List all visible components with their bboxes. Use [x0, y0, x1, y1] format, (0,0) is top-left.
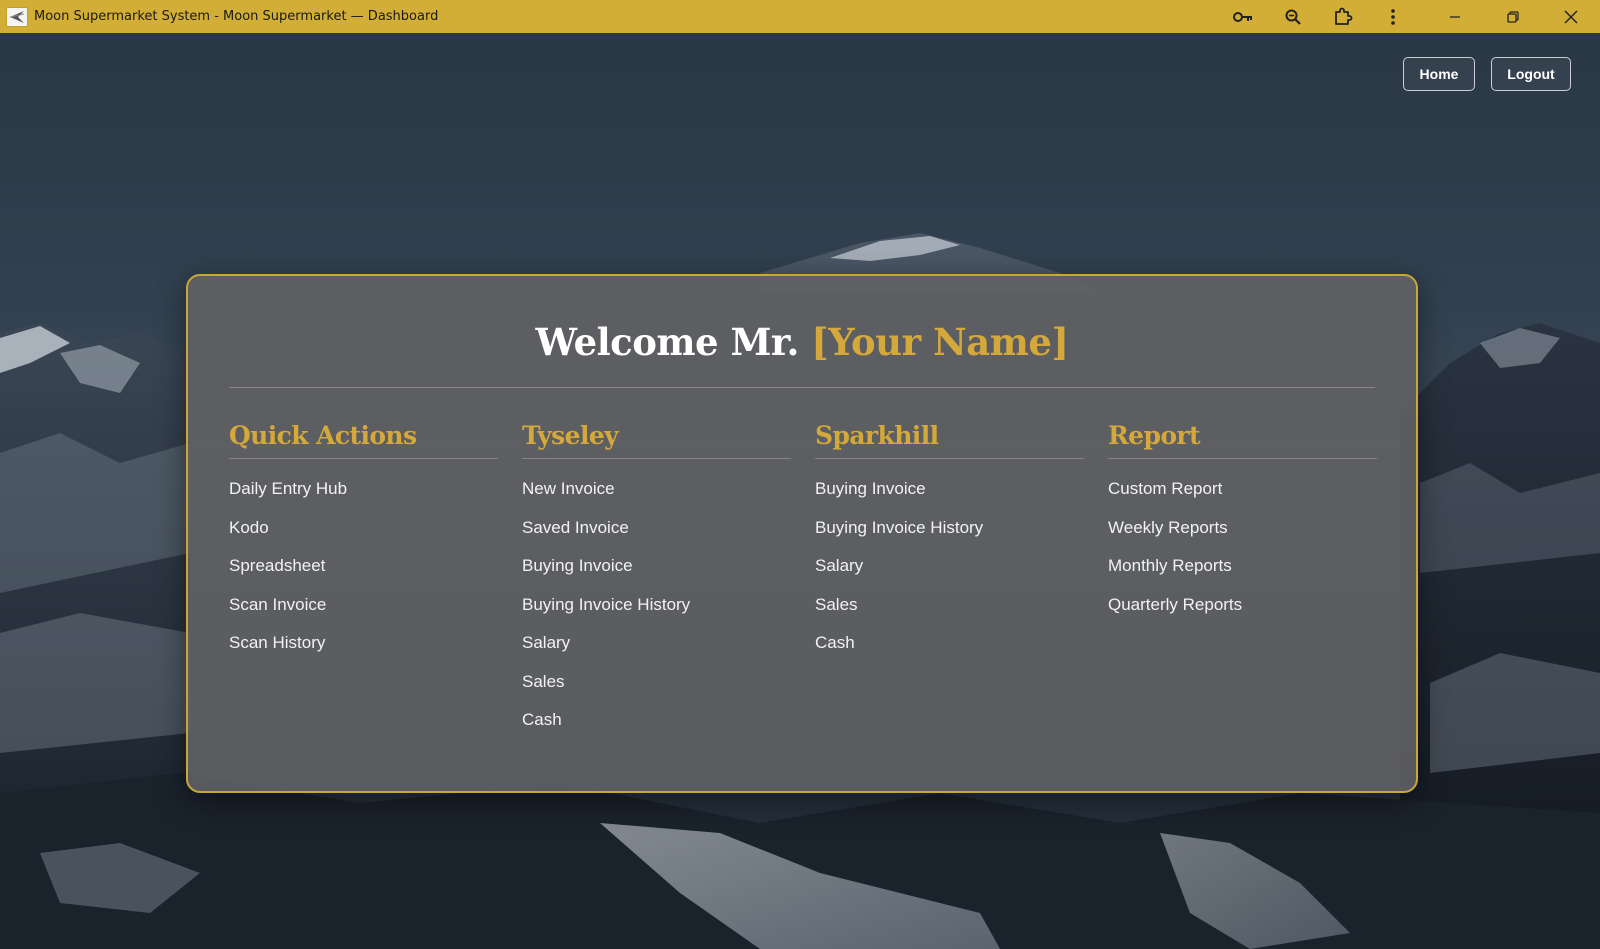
welcome-user-name: [Your Name]	[811, 320, 1069, 364]
welcome-prefix: Welcome Mr.	[535, 320, 800, 364]
menu-link[interactable]: Scan History	[229, 633, 498, 672]
menu-link[interactable]: Daily Entry Hub	[229, 479, 498, 518]
restore-button[interactable]	[1484, 0, 1542, 33]
column-report: Report Custom Report Weekly Reports Mont…	[1108, 418, 1377, 749]
window-title: Moon Supermarket System - Moon Supermark…	[34, 9, 439, 24]
menu-link[interactable]: Weekly Reports	[1108, 518, 1377, 557]
extensions-icon[interactable]	[1318, 0, 1368, 33]
restore-icon	[1507, 10, 1519, 23]
menu-link[interactable]: Buying Invoice History	[522, 595, 791, 634]
menu-link[interactable]: New Invoice	[522, 479, 791, 518]
menu-link[interactable]: Sales	[522, 672, 791, 711]
menu-link[interactable]: Cash	[815, 633, 1084, 672]
dashboard-card: Welcome Mr. [Your Name] Quick Actions Da…	[186, 274, 1418, 793]
menu-link[interactable]: Saved Invoice	[522, 518, 791, 557]
column-title: Quick Actions	[229, 421, 417, 450]
menu-link[interactable]: Cash	[522, 710, 791, 749]
menu-link[interactable]: Buying Invoice History	[815, 518, 1084, 557]
column-quick-actions: Quick Actions Daily Entry Hub Kodo Sprea…	[229, 418, 498, 749]
menu-link[interactable]: Salary	[815, 556, 1084, 595]
welcome-divider	[229, 387, 1375, 388]
menu-link[interactable]: Salary	[522, 633, 791, 672]
column-title: Report	[1108, 421, 1201, 450]
menu-link[interactable]: Scan Invoice	[229, 595, 498, 634]
more-icon[interactable]	[1368, 0, 1418, 33]
menu-link[interactable]: Kodo	[229, 518, 498, 557]
column-title: Sparkhill	[815, 421, 939, 450]
menu-link[interactable]: Spreadsheet	[229, 556, 498, 595]
column-tyseley: Tyseley New Invoice Saved Invoice Buying…	[522, 418, 791, 749]
column-sparkhill: Sparkhill Buying Invoice Buying Invoice …	[815, 418, 1084, 749]
column-divider	[522, 458, 791, 459]
window-titlebar[interactable]: Moon Supermarket System - Moon Supermark…	[0, 0, 1600, 33]
zoom-icon[interactable]	[1268, 0, 1318, 33]
close-button[interactable]	[1542, 0, 1600, 33]
menu-link[interactable]: Buying Invoice	[522, 556, 791, 595]
top-nav: Home Logout	[1403, 57, 1571, 91]
menu-link[interactable]: Custom Report	[1108, 479, 1377, 518]
menu-link[interactable]: Monthly Reports	[1108, 556, 1377, 595]
column-divider	[815, 458, 1084, 459]
home-button[interactable]: Home	[1403, 57, 1475, 91]
column-divider	[1108, 458, 1377, 459]
menu-link[interactable]: Sales	[815, 595, 1084, 634]
minimize-button[interactable]	[1426, 0, 1484, 33]
column-divider	[229, 458, 498, 459]
minimize-icon	[1450, 15, 1460, 18]
column-title: Tyseley	[522, 421, 619, 450]
key-icon[interactable]	[1218, 0, 1268, 33]
logout-button[interactable]: Logout	[1491, 57, 1571, 91]
menu-link[interactable]: Buying Invoice	[815, 479, 1084, 518]
app-icon	[6, 6, 28, 27]
menu-link[interactable]: Quarterly Reports	[1108, 595, 1377, 634]
welcome-heading: Welcome Mr. [Your Name]	[188, 320, 1416, 364]
close-icon	[1564, 9, 1578, 24]
menu-columns: Quick Actions Daily Entry Hub Kodo Sprea…	[229, 418, 1377, 749]
